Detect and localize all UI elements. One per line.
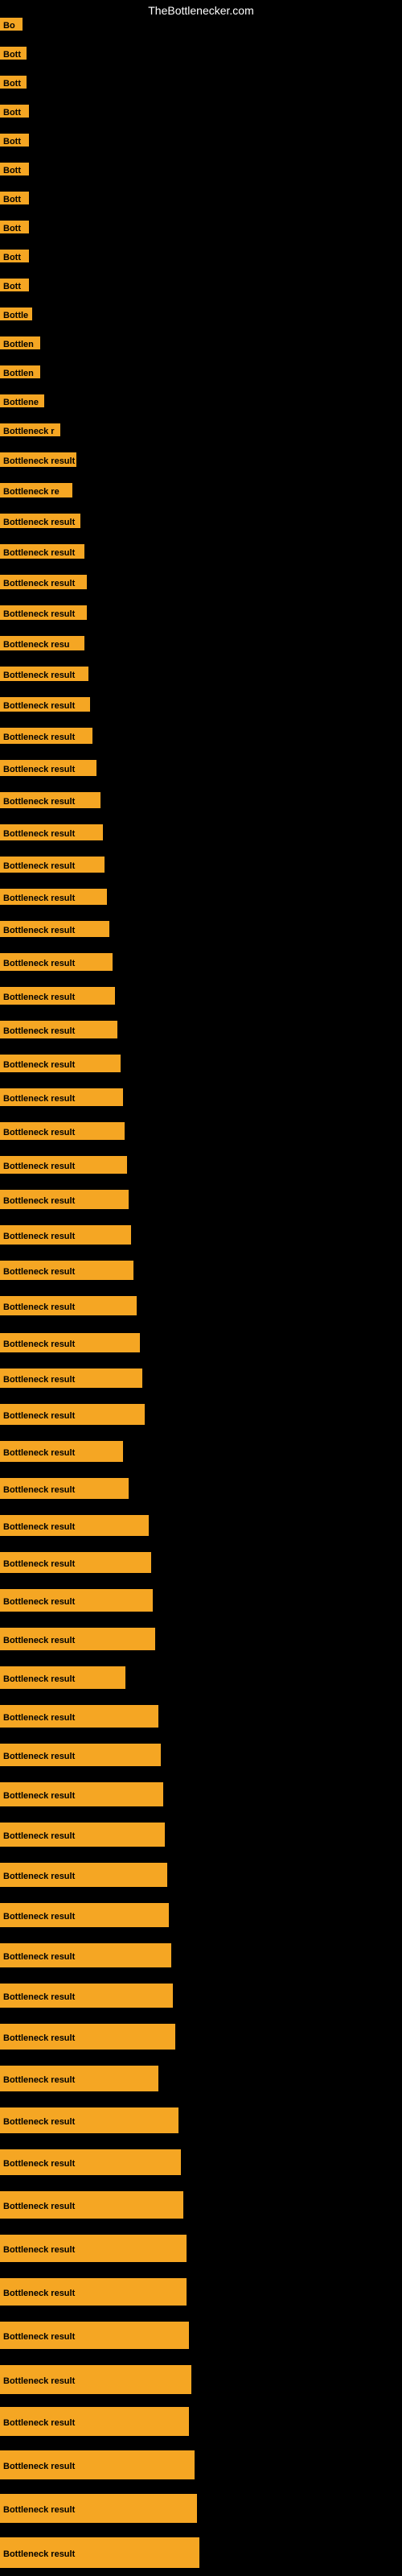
bottleneck-item: Bottleneck result [0, 2107, 178, 2133]
bottleneck-item: Bottleneck result [0, 514, 80, 528]
bottleneck-item: Bott [0, 250, 29, 262]
bottleneck-item: Bottleneck result [0, 792, 100, 808]
bottleneck-item: Bottleneck result [0, 2407, 189, 2436]
bottleneck-item: Bottleneck result [0, 824, 103, 840]
bottleneck-item: Bottleneck result [0, 1261, 133, 1280]
bottleneck-item: Bottleneck result [0, 2149, 181, 2175]
bottleneck-item: Bottleneck result [0, 1863, 167, 1887]
bottleneck-item: Bottleneck result [0, 857, 105, 873]
bottleneck-item: Bottleneck result [0, 2322, 189, 2349]
bottleneck-item: Bottle [0, 308, 32, 320]
bottleneck-item: Bottleneck re [0, 483, 72, 497]
bottleneck-item: Bottleneck result [0, 1333, 140, 1352]
bottleneck-item: Bottleneck result [0, 1478, 129, 1499]
bottleneck-item: Bott [0, 47, 27, 60]
bottleneck-item: Bottleneck result [0, 2494, 197, 2523]
bottleneck-item: Bottlene [0, 394, 44, 407]
bottleneck-item: Bottleneck result [0, 1190, 129, 1209]
bottleneck-item: Bottleneck result [0, 1368, 142, 1388]
bottleneck-item: Bottleneck result [0, 1666, 125, 1689]
bottleneck-item: Bottleneck result [0, 2365, 191, 2394]
bottleneck-item: Bottleneck result [0, 2191, 183, 2219]
bottleneck-item: Bott [0, 192, 29, 204]
bottleneck-item: Bottleneck result [0, 1589, 153, 1612]
bottleneck-item: Bottleneck result [0, 889, 107, 905]
bottleneck-item: Bottleneck result [0, 1296, 137, 1315]
bottleneck-item: Bottleneck result [0, 1021, 117, 1038]
bottleneck-item: Bottleneck result [0, 2235, 187, 2262]
bottleneck-item: Bottleneck result [0, 452, 76, 467]
bottleneck-item: Bott [0, 134, 29, 147]
bottleneck-item: Bottlen [0, 336, 40, 349]
bottleneck-item: Bottleneck result [0, 2024, 175, 2050]
bottleneck-item: Bottleneck result [0, 605, 87, 620]
bottleneck-item: Bottleneck result [0, 1225, 131, 1245]
bottleneck-item: Bottleneck result [0, 1744, 161, 1766]
bottleneck-item: Bottleneck result [0, 728, 92, 744]
bottleneck-item: Bottleneck result [0, 1782, 163, 1806]
bottleneck-item: Bottleneck result [0, 1984, 173, 2008]
bottleneck-item: Bottleneck result [0, 1441, 123, 1462]
bottleneck-item: Bott [0, 105, 29, 118]
bottleneck-item: Bottleneck result [0, 697, 90, 712]
bottleneck-item: Bottleneck resu [0, 636, 84, 650]
bottleneck-item: Bottleneck result [0, 544, 84, 559]
bottleneck-item: Bottleneck result [0, 1055, 121, 1072]
bottleneck-item: Bottleneck result [0, 1903, 169, 1927]
bottleneck-item: Bottleneck result [0, 1156, 127, 1174]
bottleneck-item: Bottleneck result [0, 2450, 195, 2479]
bottleneck-item: Bottleneck result [0, 2537, 199, 2568]
bottleneck-item: Bottlen [0, 365, 40, 378]
bottleneck-item: Bottleneck result [0, 1943, 171, 1967]
bottleneck-item: Bottleneck result [0, 2278, 187, 2306]
bottleneck-item: Bottleneck result [0, 1823, 165, 1847]
bottleneck-item: Bott [0, 221, 29, 233]
bottleneck-item: Bottleneck result [0, 1552, 151, 1573]
bottleneck-item: Bottleneck result [0, 1705, 158, 1728]
bottleneck-item: Bottleneck result [0, 1088, 123, 1106]
bottleneck-item: Bottleneck result [0, 667, 88, 681]
bottleneck-item: Bottleneck r [0, 423, 60, 436]
bottleneck-item: Bottleneck result [0, 1628, 155, 1650]
bottleneck-item: Bott [0, 76, 27, 89]
bottleneck-item: Bottleneck result [0, 1404, 145, 1425]
bottleneck-item: Bottleneck result [0, 953, 113, 971]
bottleneck-item: Bott [0, 163, 29, 175]
bottleneck-item: Bottleneck result [0, 1515, 149, 1536]
bottleneck-item: Bottleneck result [0, 575, 87, 589]
bottleneck-item: Bottleneck result [0, 987, 115, 1005]
bottleneck-item: Bottleneck result [0, 2066, 158, 2091]
bottleneck-item: Bottleneck result [0, 921, 109, 937]
bottleneck-item: Bottleneck result [0, 760, 96, 776]
site-title: TheBottlenecker.com [148, 4, 254, 17]
bottleneck-item: Bott [0, 279, 29, 291]
bottleneck-item: Bottleneck result [0, 1122, 125, 1140]
bottleneck-item: Bo [0, 18, 23, 31]
